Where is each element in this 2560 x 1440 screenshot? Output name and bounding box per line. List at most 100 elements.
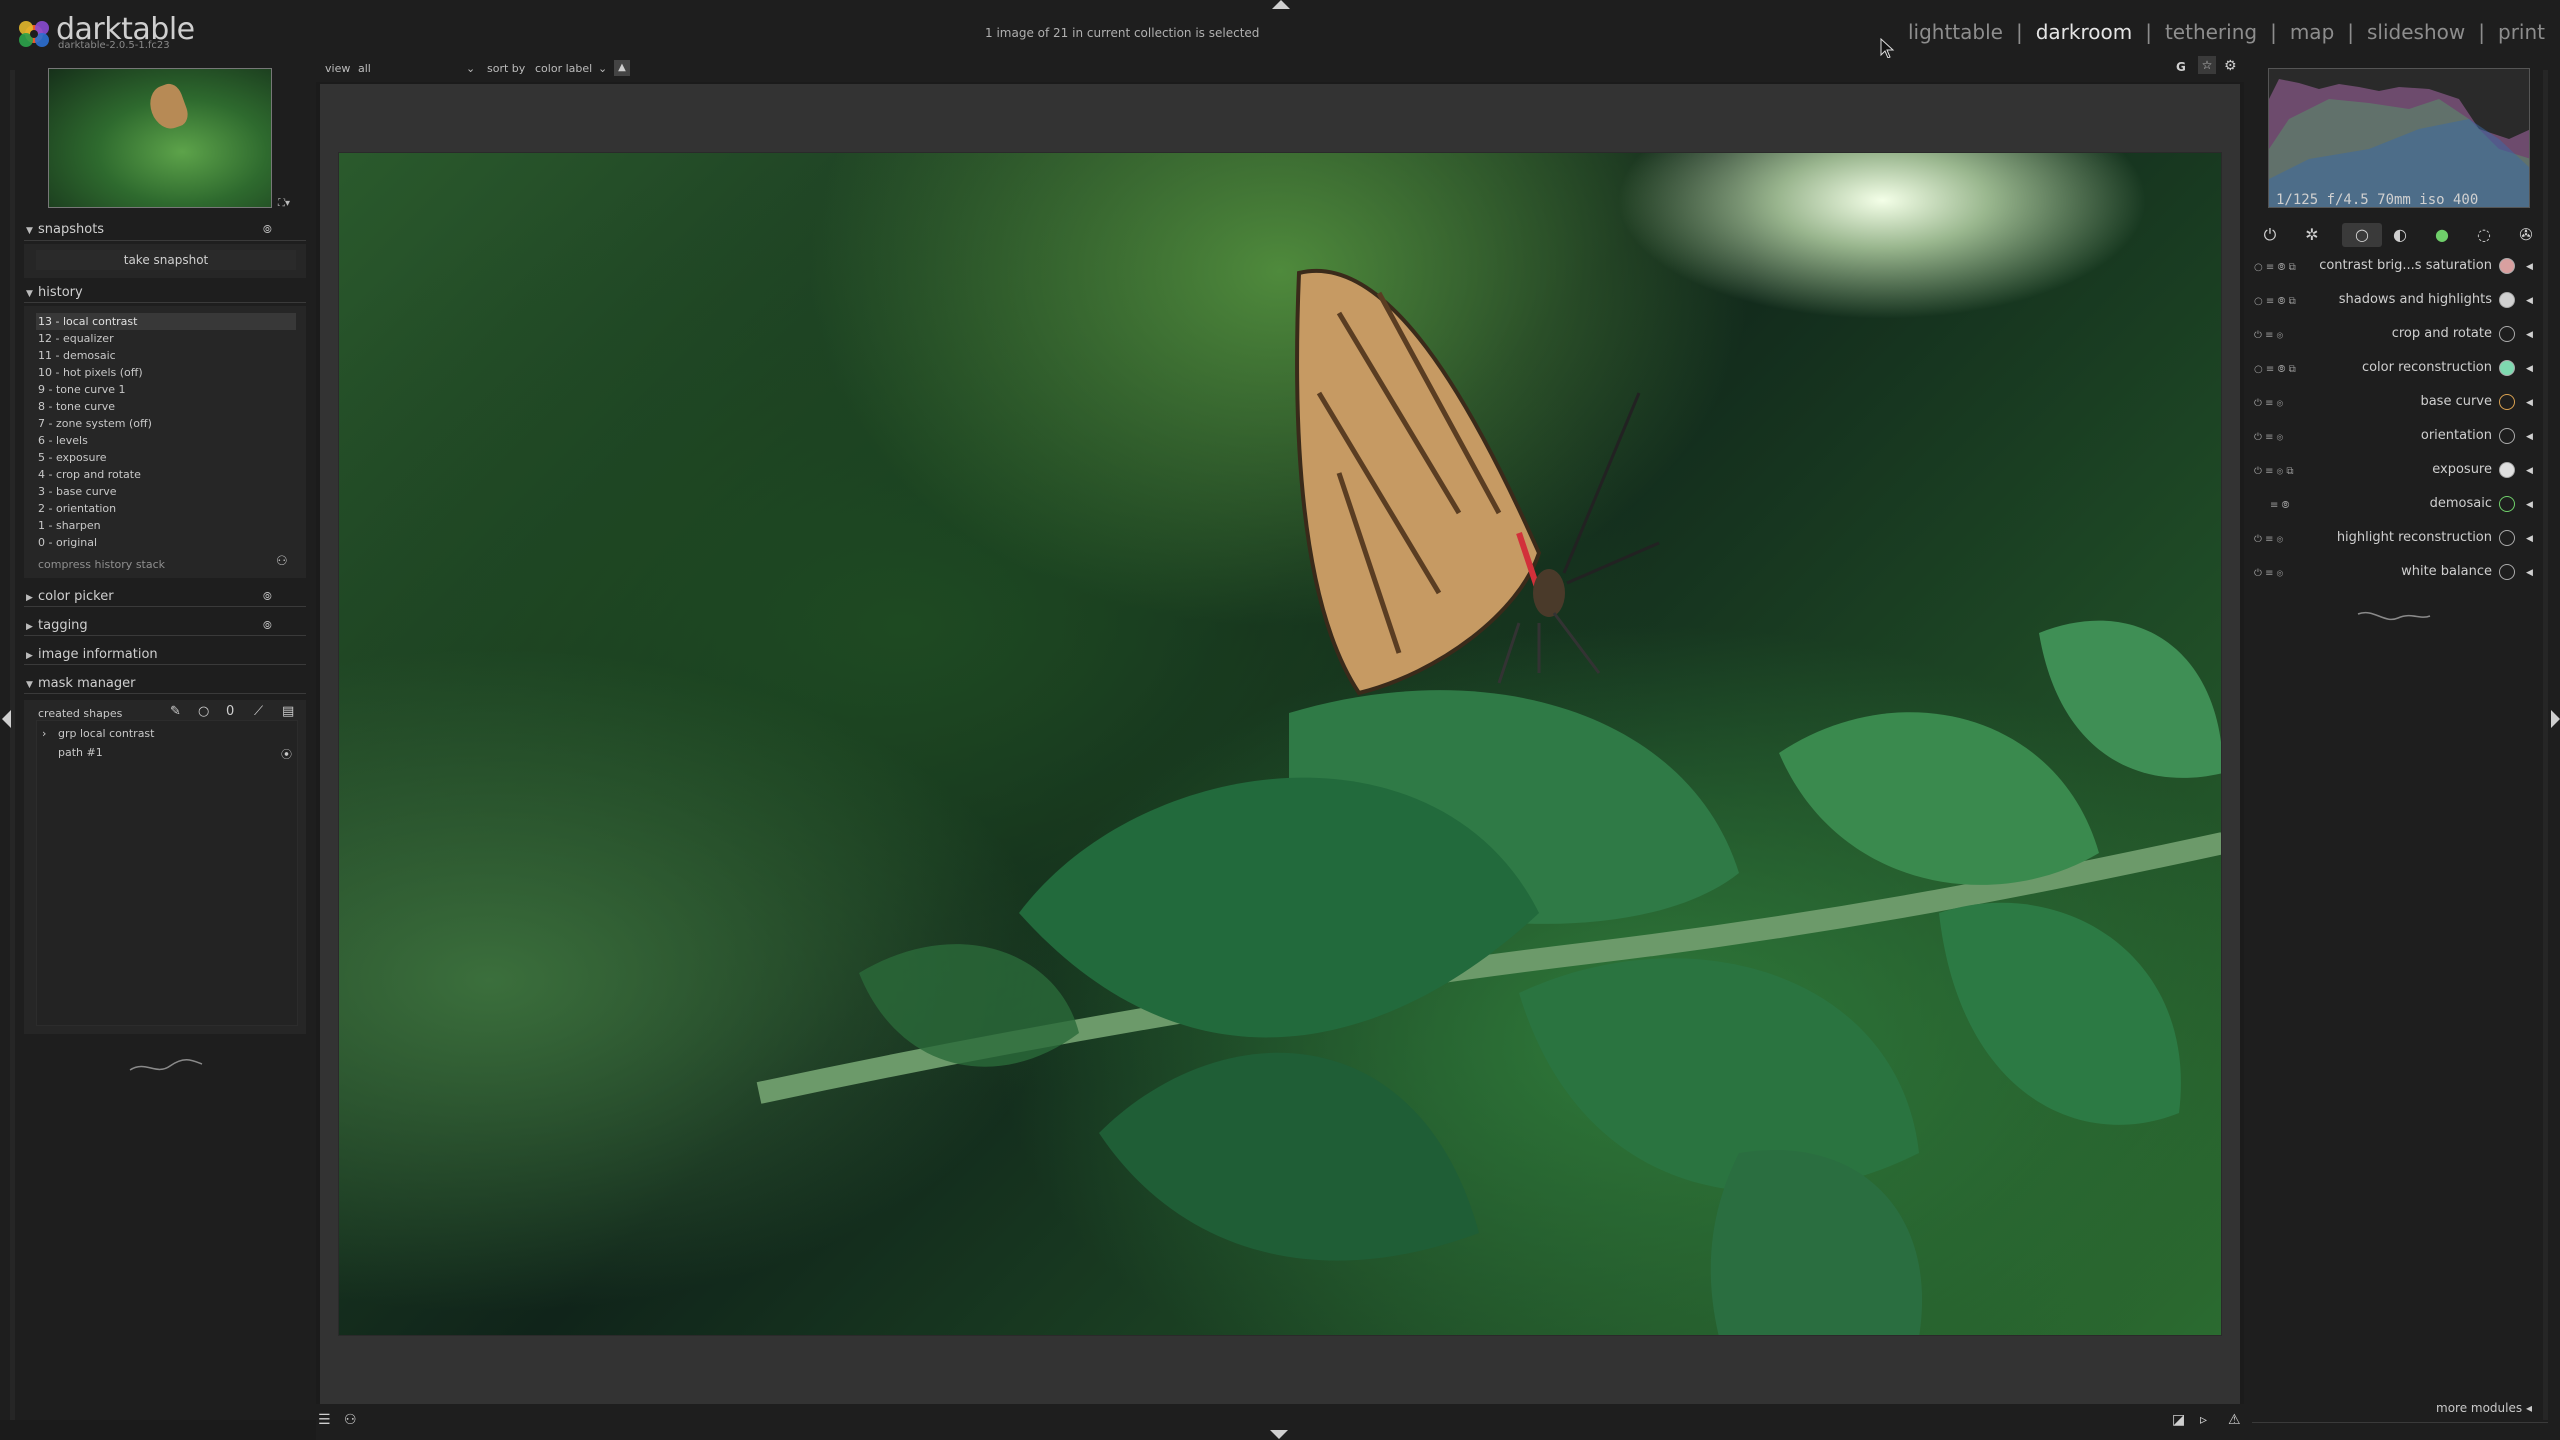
softproof-icon[interactable]: ▹: [2200, 1412, 2207, 1428]
module-name[interactable]: exposure: [2432, 462, 2492, 477]
tagging-header[interactable]: ▶ tagging: [26, 618, 88, 633]
module-base-curve[interactable]: [2248, 392, 2538, 426]
history-item[interactable]: 11 - demosaic: [36, 347, 296, 364]
history-item[interactable]: 2 - orientation: [36, 500, 296, 517]
module-expand-icon[interactable]: ◀: [2526, 432, 2533, 442]
module-name[interactable]: base curve: [2420, 394, 2492, 409]
module-expand-icon[interactable]: ◀: [2526, 398, 2533, 408]
brush-shape-icon[interactable]: ▤: [282, 704, 294, 719]
nav-lighttable[interactable]: lighttable: [1908, 20, 2003, 44]
overexposure-icon[interactable]: ◪: [2172, 1412, 2185, 1428]
history-item[interactable]: 4 - crop and rotate: [36, 466, 296, 483]
sort-ascending-icon[interactable]: ▲: [614, 60, 630, 76]
gradient-shape-icon[interactable]: ⟋: [254, 704, 263, 719]
nav-slideshow[interactable]: slideshow: [2367, 20, 2465, 44]
chevron-down-icon[interactable]: ⌄: [466, 62, 475, 75]
module-toggle-icons[interactable]: ○ ≡ ⦾ ⧉: [2254, 262, 2296, 273]
color-picker-reset-icon[interactable]: ⦾: [263, 590, 272, 604]
history-item[interactable]: 3 - base curve: [36, 483, 296, 500]
history-item[interactable]: 6 - levels: [36, 432, 296, 449]
mask-manager-header[interactable]: ▼ mask manager: [26, 676, 136, 691]
module-name[interactable]: orientation: [2421, 428, 2492, 443]
module-name[interactable]: highlight reconstruction: [2337, 530, 2492, 545]
module-toggle-icons[interactable]: ⏻ ≡ ⦾: [2254, 432, 2283, 443]
effect-icon[interactable]: ✇: [2514, 223, 2538, 247]
favorite-star-icon[interactable]: ✲: [2300, 223, 2324, 247]
mask-group-item[interactable]: grp local contrast: [58, 727, 154, 740]
gear-icon[interactable]: ⚙: [2224, 58, 2237, 74]
more-modules-button[interactable]: more modules ◂: [2436, 1401, 2532, 1415]
gamut-check-icon[interactable]: ⚠: [2228, 1412, 2241, 1428]
correct-icon[interactable]: ◌: [2472, 223, 2496, 247]
module-name[interactable]: shadows and highlights: [2339, 292, 2492, 307]
history-item[interactable]: 1 - sharpen: [36, 517, 296, 534]
module-name[interactable]: demosaic: [2430, 496, 2492, 511]
module-white-balance[interactable]: [2248, 562, 2538, 596]
module-name[interactable]: contrast brig...s saturation: [2319, 258, 2492, 273]
module-expand-icon[interactable]: ◀: [2526, 330, 2533, 340]
zoom-fit-icon[interactable]: ⛶▾: [278, 198, 290, 209]
nav-print[interactable]: print: [2498, 20, 2545, 44]
power-icon[interactable]: ⏻: [2258, 223, 2282, 247]
mask-path-item[interactable]: path #1: [58, 746, 103, 759]
mask-shapes-list[interactable]: [36, 720, 298, 1026]
module-toggle-icons[interactable]: ≡ ⦾: [2270, 500, 2290, 511]
chevron-right-icon[interactable]: ›: [42, 727, 46, 740]
take-snapshot-button[interactable]: take snapshot: [36, 250, 296, 270]
snapshots-header[interactable]: ▼ snapshots: [26, 222, 104, 237]
styles-icon[interactable]: ⚇: [344, 1412, 357, 1428]
color-icon[interactable]: ●: [2430, 223, 2454, 247]
module-toggle-icons[interactable]: ⏻ ≡ ⦾: [2254, 534, 2283, 545]
module-orientation[interactable]: [2248, 426, 2538, 460]
history-item[interactable]: 10 - hot pixels (off): [36, 364, 296, 381]
sort-by-dropdown[interactable]: color label: [535, 62, 592, 75]
view-filter-dropdown[interactable]: all: [358, 62, 371, 75]
mask-active-icon[interactable]: ⦿: [281, 746, 292, 762]
module-expand-icon[interactable]: ◀: [2526, 466, 2533, 476]
module-toggle-icons[interactable]: ○ ≡ ⦾ ⧉: [2254, 296, 2296, 307]
module-expand-icon[interactable]: ◀: [2526, 364, 2533, 374]
create-style-icon[interactable]: ⚇: [276, 554, 288, 569]
module-expand-icon[interactable]: ◀: [2526, 534, 2533, 544]
module-toggle-icons[interactable]: ○ ≡ ⦾ ⧉: [2254, 364, 2296, 375]
module-name[interactable]: white balance: [2401, 564, 2492, 579]
grouping-G-icon[interactable]: G: [2176, 60, 2186, 74]
compress-history-button[interactable]: compress history stack: [38, 558, 165, 571]
module-toggle-icons[interactable]: ⏻ ≡ ⦾: [2254, 330, 2283, 341]
history-item[interactable]: 12 - equalizer: [36, 330, 296, 347]
image-information-header[interactable]: ▶ image information: [26, 647, 158, 662]
top-panel-collapse-arrow-icon[interactable]: [1272, 0, 1290, 9]
quick-access-menu-icon[interactable]: ☰: [318, 1412, 331, 1428]
left-panel-edge[interactable]: [10, 70, 15, 1420]
module-expand-icon[interactable]: ◀: [2526, 500, 2533, 510]
history-item[interactable]: 8 - tone curve: [36, 398, 296, 415]
left-panel-collapse-arrow-icon[interactable]: [2, 710, 11, 728]
navigation-thumbnail[interactable]: [48, 68, 272, 208]
history-item[interactable]: 7 - zone system (off): [36, 415, 296, 432]
module-expand-icon[interactable]: ◀: [2526, 296, 2533, 306]
nav-darkroom[interactable]: darkroom: [2036, 20, 2133, 44]
ellipse-shape-icon[interactable]: 0: [226, 704, 234, 719]
module-expand-icon[interactable]: ◀: [2526, 568, 2533, 578]
history-item[interactable]: 0 - original: [36, 534, 296, 551]
module-toggle-icons[interactable]: ⏻ ≡ ⦾: [2254, 398, 2283, 409]
history-item[interactable]: 5 - exposure: [36, 449, 296, 466]
circle-shape-icon[interactable]: ○: [198, 704, 209, 719]
snapshots-reset-icon[interactable]: ⦾: [263, 223, 272, 237]
history-header[interactable]: ▼ history: [26, 285, 83, 300]
module-name[interactable]: crop and rotate: [2392, 326, 2492, 341]
tone-icon[interactable]: ◐: [2388, 223, 2412, 247]
histogram[interactable]: [2268, 68, 2530, 208]
chevron-down-icon[interactable]: ⌄: [598, 62, 607, 75]
module-expand-icon[interactable]: ◀: [2526, 262, 2533, 272]
main-photo[interactable]: [338, 152, 2222, 1336]
basic-circle-icon[interactable]: ○: [2342, 223, 2382, 247]
star-icon[interactable]: ☆: [2198, 56, 2216, 74]
nav-tethering[interactable]: tethering: [2165, 20, 2257, 44]
history-item[interactable]: 9 - tone curve 1: [36, 381, 296, 398]
right-panel-collapse-arrow-icon[interactable]: [2551, 710, 2560, 728]
color-picker-header[interactable]: ▶ color picker: [26, 589, 114, 604]
module-toggle-icons[interactable]: ⏻ ≡ ⦾ ⧉: [2254, 466, 2294, 477]
tagging-reset-icon[interactable]: ⦾: [263, 619, 272, 633]
module-toggle-icons[interactable]: ⏻ ≡ ⦾: [2254, 568, 2283, 579]
